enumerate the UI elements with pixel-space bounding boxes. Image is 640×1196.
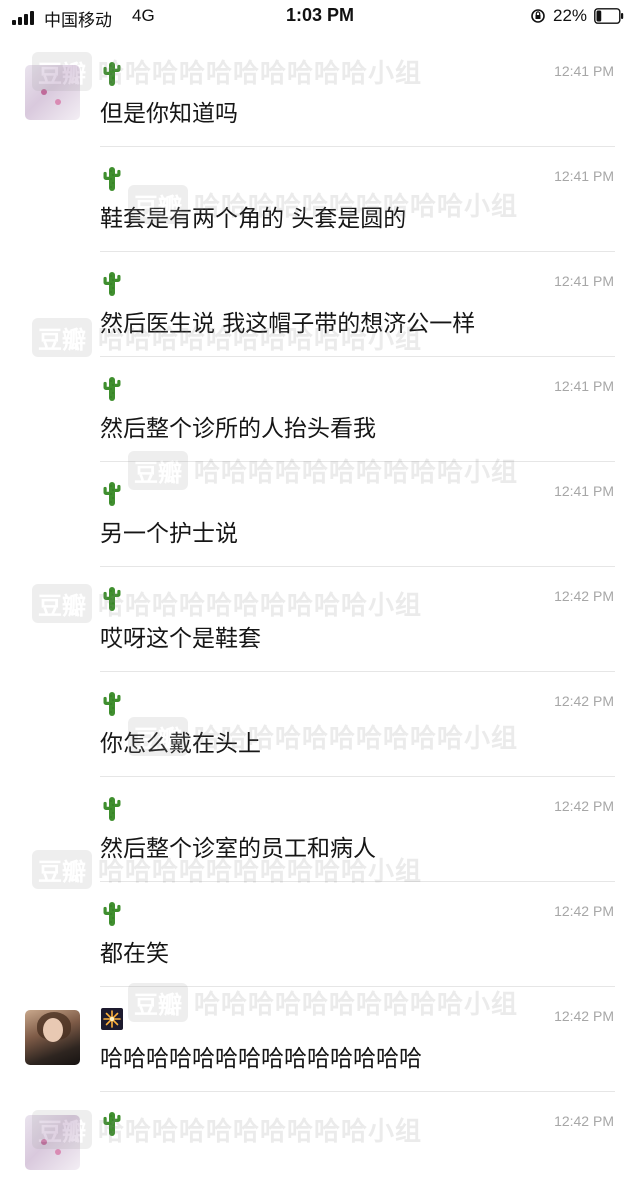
message-text: 然后医生说 我这帽子带的想济公一样 bbox=[100, 311, 476, 337]
cactus-icon bbox=[103, 797, 121, 821]
message-item[interactable]: 12:41 PM 另一个护士说 bbox=[0, 461, 640, 566]
divider bbox=[100, 251, 615, 252]
avatar[interactable] bbox=[25, 1115, 80, 1170]
message-time: 12:41 PM bbox=[554, 168, 614, 184]
message-text: 都在笑 bbox=[100, 941, 169, 967]
divider bbox=[100, 146, 615, 147]
status-bar: 中国移动 4G 1:03 PM 22% bbox=[0, 0, 640, 34]
cactus-icon bbox=[103, 587, 121, 611]
message-time: 12:42 PM bbox=[554, 1008, 614, 1024]
message-time: 12:42 PM bbox=[554, 798, 614, 814]
battery-percent: 22% bbox=[553, 6, 588, 25]
message-time: 12:41 PM bbox=[554, 63, 614, 79]
message-text: 鞋套是有两个角的 头套是圆的 bbox=[100, 206, 407, 232]
message-text: 但是你知道吗 bbox=[100, 101, 238, 127]
message-item[interactable]: 12:41 PM 但是你知道吗 bbox=[0, 41, 640, 146]
message-text: 你怎么戴在头上 bbox=[100, 731, 261, 757]
message-item[interactable]: 12:42 PM 都在笑 bbox=[0, 881, 640, 986]
avatar[interactable] bbox=[25, 65, 80, 120]
message-time: 12:41 PM bbox=[554, 378, 614, 394]
message-item[interactable]: 12:42 PM 然后整个诊室的员工和病人 bbox=[0, 776, 640, 881]
message-time: 12:41 PM bbox=[554, 483, 614, 499]
message-text: 然后整个诊室的员工和病人 bbox=[100, 836, 376, 862]
message-time: 12:41 PM bbox=[554, 273, 614, 289]
divider bbox=[100, 776, 615, 777]
divider bbox=[100, 671, 615, 672]
orientation-lock-icon bbox=[531, 9, 545, 23]
message-text: 另一个护士说 bbox=[100, 521, 238, 547]
divider bbox=[100, 881, 615, 882]
divider bbox=[100, 566, 615, 567]
message-time: 12:42 PM bbox=[554, 588, 614, 604]
message-text: 哈哈哈哈哈哈哈哈哈哈哈哈哈哈 bbox=[100, 1046, 422, 1072]
message-item[interactable]: 12:41 PM 然后整个诊所的人抬头看我 bbox=[0, 356, 640, 461]
cactus-icon bbox=[103, 902, 121, 926]
avatar[interactable] bbox=[25, 1010, 80, 1065]
message-item[interactable]: 12:41 PM 鞋套是有两个角的 头套是圆的 bbox=[0, 146, 640, 251]
divider bbox=[100, 986, 615, 987]
message-time: 12:42 PM bbox=[554, 903, 614, 919]
firework-icon bbox=[101, 1008, 123, 1030]
message-item[interactable]: 12:42 PM 哎呀这个是鞋套 bbox=[0, 566, 640, 671]
cactus-icon bbox=[103, 377, 121, 401]
message-item[interactable]: 12:42 PM bbox=[0, 1091, 640, 1196]
message-text: 哎呀这个是鞋套 bbox=[100, 626, 261, 652]
cactus-icon bbox=[103, 167, 121, 191]
cactus-icon bbox=[103, 692, 121, 716]
message-item[interactable]: 12:41 PM 然后医生说 我这帽子带的想济公一样 bbox=[0, 251, 640, 356]
message-time: 12:42 PM bbox=[554, 1113, 614, 1129]
divider bbox=[100, 461, 615, 462]
cactus-icon bbox=[103, 482, 121, 506]
cactus-icon bbox=[103, 1112, 121, 1136]
message-item[interactable]: 12:42 PM 哈哈哈哈哈哈哈哈哈哈哈哈哈哈 bbox=[0, 986, 640, 1091]
cactus-icon bbox=[103, 272, 121, 296]
message-time: 12:42 PM bbox=[554, 693, 614, 709]
message-list[interactable]: 12:41 PM 但是你知道吗 12:41 PM 鞋套是有两个角的 头套是圆的 … bbox=[0, 41, 640, 1196]
message-text: 然后整个诊所的人抬头看我 bbox=[100, 416, 376, 442]
message-item[interactable]: 12:42 PM 你怎么戴在头上 bbox=[0, 671, 640, 776]
battery-icon bbox=[594, 8, 624, 24]
divider bbox=[100, 1091, 615, 1092]
divider bbox=[100, 356, 615, 357]
cactus-icon bbox=[103, 62, 121, 86]
